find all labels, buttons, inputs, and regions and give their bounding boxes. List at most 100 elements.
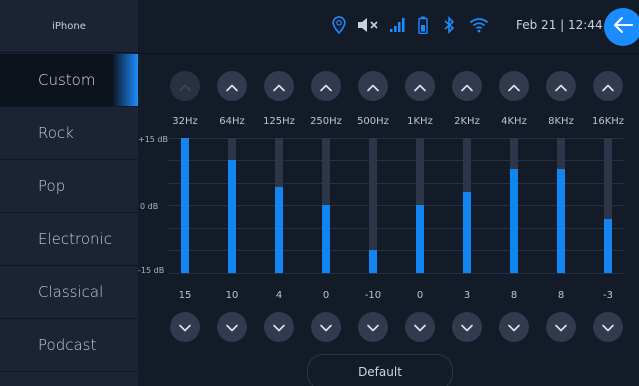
location-pin-icon <box>328 14 350 36</box>
preset-label: Classical <box>38 283 104 301</box>
band-frequency-label: 2KHz <box>454 116 480 127</box>
band-gain-value: 8 <box>510 290 518 301</box>
band-frequency-label: 64Hz <box>219 116 245 127</box>
band-gain-value: 4 <box>275 290 283 301</box>
decrease-gain-button[interactable] <box>217 312 247 342</box>
chevron-down-icon <box>554 318 568 337</box>
band-slider-track[interactable] <box>275 138 283 273</box>
chevron-up-icon <box>272 77 286 96</box>
default-button[interactable]: Default <box>307 354 453 386</box>
band-slider-track[interactable] <box>228 138 236 273</box>
band-gain-value: 0 <box>416 290 424 301</box>
wifi-icon <box>468 14 490 36</box>
increase-gain-button[interactable] <box>405 71 435 101</box>
decrease-gain-button[interactable] <box>452 312 482 342</box>
decrease-gain-button[interactable] <box>499 312 529 342</box>
band-frequency-label: 16KHz <box>591 116 625 127</box>
band-frequency-label: 4KHz <box>501 116 527 127</box>
chevron-down-icon <box>601 318 615 337</box>
chevron-up-icon <box>225 77 239 96</box>
scale-mid-label: 0 dB <box>140 202 159 211</box>
chevron-down-icon <box>225 318 239 337</box>
status-bar: Feb 21 | 12:44 <box>138 0 639 53</box>
increase-gain-button[interactable] <box>593 71 623 101</box>
preset-rock[interactable]: Rock <box>0 107 138 160</box>
decrease-gain-button[interactable] <box>593 312 623 342</box>
preset-label: Podcast <box>38 336 97 354</box>
increase-gain-button[interactable] <box>217 71 247 101</box>
preset-classical[interactable]: Classical <box>0 266 138 319</box>
volume-muted-icon <box>357 14 379 36</box>
increase-gain-button[interactable] <box>264 71 294 101</box>
chevron-down-icon <box>319 318 333 337</box>
preset-label: Rock <box>38 124 74 142</box>
decrease-gain-button[interactable] <box>311 312 341 342</box>
status-datetime: Feb 21 | 12:44 <box>516 18 603 32</box>
chevron-down-icon <box>366 318 380 337</box>
increase-gain-button[interactable] <box>546 71 576 101</box>
gridline <box>168 228 624 229</box>
gridline <box>168 250 624 251</box>
preset-label: Custom <box>38 71 96 89</box>
band-slider-fill <box>228 160 236 273</box>
band-slider-track[interactable] <box>322 138 330 273</box>
decrease-gain-button[interactable] <box>170 312 200 342</box>
band-slider-track[interactable] <box>557 138 565 273</box>
preset-podcast[interactable]: Podcast <box>0 319 138 372</box>
band-slider-fill <box>275 187 283 273</box>
band-frequency-label: 32Hz <box>172 116 198 127</box>
band-slider-track[interactable] <box>181 138 189 273</box>
chevron-up-icon <box>554 77 568 96</box>
band-slider-fill <box>322 205 330 273</box>
default-label: Default <box>358 365 402 379</box>
device-name: iPhone <box>0 0 138 53</box>
band-slider-fill <box>369 250 377 273</box>
bluetooth-icon <box>438 14 460 36</box>
band-slider-track[interactable] <box>604 138 612 273</box>
decrease-gain-button[interactable] <box>358 312 388 342</box>
preset-electronic[interactable]: Electronic <box>0 213 138 266</box>
chevron-up-icon <box>366 77 380 96</box>
band-slider-fill <box>510 169 518 273</box>
back-button[interactable] <box>604 8 639 46</box>
band-gain-value: 10 <box>225 290 239 301</box>
increase-gain-button[interactable] <box>452 71 482 101</box>
increase-gain-button[interactable] <box>170 71 200 101</box>
chevron-up-icon <box>507 77 521 96</box>
increase-gain-button[interactable] <box>499 71 529 101</box>
band-frequency-label: 500Hz <box>357 116 389 127</box>
band-slider-track[interactable] <box>416 138 424 273</box>
band-slider-track[interactable] <box>510 138 518 273</box>
gridline <box>168 183 624 184</box>
decrease-gain-button[interactable] <box>546 312 576 342</box>
scale-top-label: +15 dB <box>138 135 168 144</box>
band-gain-value: -10 <box>364 290 382 301</box>
gridline <box>168 205 624 206</box>
band-slider-fill <box>181 138 189 273</box>
increase-gain-button[interactable] <box>358 71 388 101</box>
gridline <box>168 273 624 274</box>
preset-custom[interactable]: Custom <box>0 54 138 107</box>
preset-label: Pop <box>38 177 66 195</box>
gridline <box>168 160 624 161</box>
chevron-down-icon <box>178 318 192 337</box>
chevron-down-icon <box>413 318 427 337</box>
chevron-up-icon <box>178 77 192 96</box>
chevron-up-icon <box>413 77 427 96</box>
band-gain-value: 3 <box>463 290 471 301</box>
preset-pop[interactable]: Pop <box>0 160 138 213</box>
band-gain-value: 15 <box>178 290 192 301</box>
band-slider-track[interactable] <box>463 138 471 273</box>
chevron-up-icon <box>319 77 333 96</box>
band-gain-value: 0 <box>322 290 330 301</box>
band-frequency-label: 250Hz <box>310 116 342 127</box>
chevron-up-icon <box>460 77 474 96</box>
preset-sidebar: iPhone Custom Rock Pop Electronic Classi… <box>0 0 138 386</box>
back-arrow-icon <box>612 16 634 38</box>
chevron-up-icon <box>601 77 615 96</box>
band-slider-track[interactable] <box>369 138 377 273</box>
decrease-gain-button[interactable] <box>405 312 435 342</box>
increase-gain-button[interactable] <box>311 71 341 101</box>
decrease-gain-button[interactable] <box>264 312 294 342</box>
band-frequency-label: 8KHz <box>548 116 574 127</box>
